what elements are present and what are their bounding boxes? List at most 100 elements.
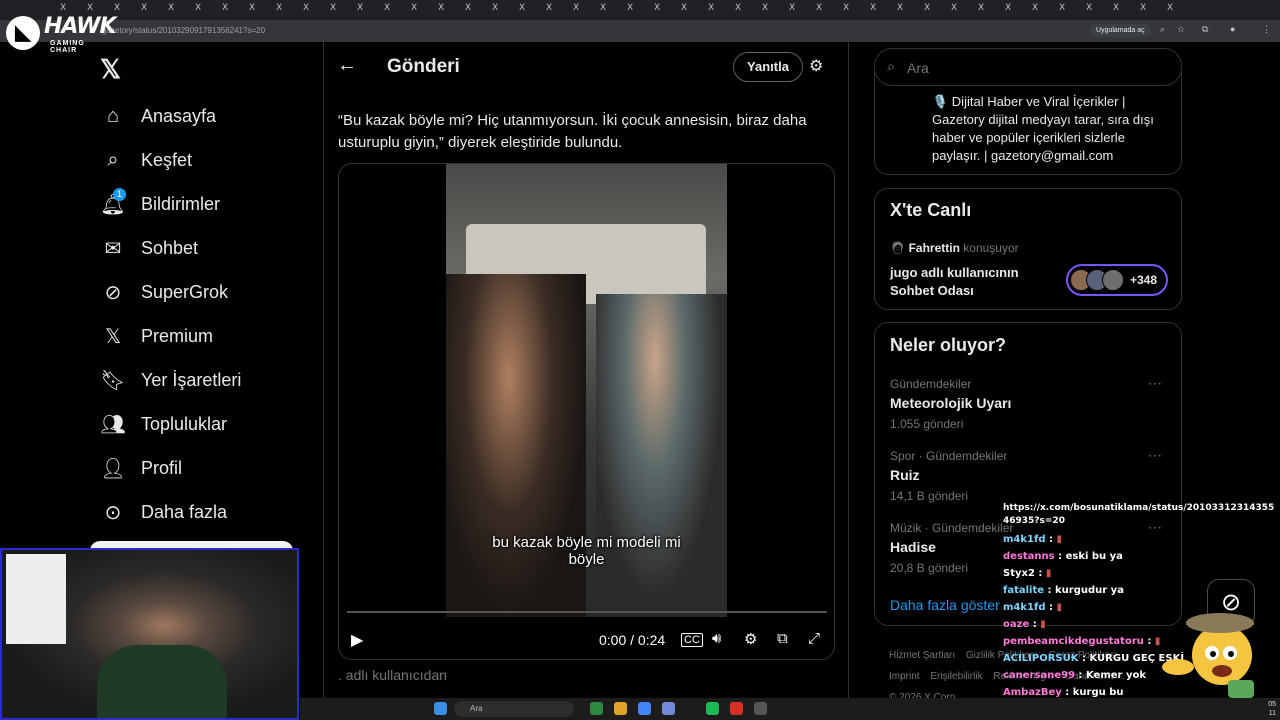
- browser-tab[interactable]: X: [1059, 3, 1065, 18]
- sidebar-item-bookmarks[interactable]: 🔖︎ Yer İşaretleri: [100, 364, 241, 396]
- sidebar-item-label: Premium: [141, 325, 214, 346]
- sidebar-item-communities[interactable]: 👥︎ Topluluklar: [100, 408, 227, 440]
- back-arrow-icon[interactable]: ←: [337, 54, 357, 77]
- browser-tab[interactable]: X: [600, 3, 606, 18]
- volume-icon[interactable]: 🔊︎: [712, 630, 721, 647]
- chat-separator: :: [1045, 602, 1057, 613]
- captions-icon[interactable]: CC: [681, 633, 703, 647]
- browser-tab[interactable]: X: [789, 3, 795, 18]
- browser-tab[interactable]: X: [1113, 3, 1119, 18]
- url-field[interactable]: gazetory/status/2010329091791356241?s=20: [102, 26, 265, 35]
- fullscreen-icon[interactable]: ⤢: [808, 630, 820, 647]
- browser-tab[interactable]: X: [411, 3, 417, 18]
- picture-in-picture-icon[interactable]: ⧉: [777, 630, 788, 647]
- live-spaces-card[interactable]: X'te Canlı 🧑︎ Fahrettin konuşuyor jugo a…: [874, 188, 1182, 310]
- chrome-icon[interactable]: [638, 702, 651, 715]
- browser-tab[interactable]: X: [681, 3, 687, 18]
- browser-tab[interactable]: X: [384, 3, 390, 18]
- browser-tab[interactable]: X: [978, 3, 984, 18]
- sidebar-item-label: Sohbet: [141, 237, 199, 258]
- show-more-link[interactable]: Daha fazla göster: [890, 597, 1000, 613]
- sidebar-item-supergrok[interactable]: ⊘ SuperGrok: [100, 276, 228, 308]
- x-logo-icon[interactable]: 𝕏: [100, 54, 121, 85]
- browser-tab[interactable]: X: [168, 3, 174, 18]
- browser-tab[interactable]: X: [627, 3, 633, 18]
- trend-item[interactable]: Spor · Gündemdekiler Ruiz 14,1 B gönderi…: [890, 447, 1170, 503]
- more-options-icon[interactable]: ⋯: [1148, 375, 1162, 392]
- browser-tab[interactable]: X: [897, 3, 903, 18]
- filter-settings-icon[interactable]: ⚙: [809, 56, 823, 76]
- browser-tab[interactable]: X: [573, 3, 579, 18]
- windows-start-icon[interactable]: [434, 702, 447, 715]
- app-icon[interactable]: [730, 702, 743, 715]
- browser-tab[interactable]: X: [141, 3, 147, 18]
- footer-link[interactable]: Erişilebilirlik: [930, 671, 982, 682]
- clock-time: 05: [1268, 701, 1276, 708]
- play-icon[interactable]: ▶: [351, 630, 363, 650]
- sidebar-item-premium[interactable]: 𝕏 Premium: [100, 320, 213, 352]
- sidebar-item-chat[interactable]: ✉ Sohbet: [100, 232, 198, 264]
- more-options-icon[interactable]: ⋯: [1148, 447, 1162, 464]
- sidebar-item-label: Keşfet: [141, 149, 193, 170]
- chat-username: m4k1fd: [1003, 602, 1046, 613]
- browser-tab[interactable]: X: [870, 3, 876, 18]
- sidebar-item-explore[interactable]: ⌕ Keşfet: [100, 144, 192, 176]
- browser-tab[interactable]: X: [1005, 3, 1011, 18]
- settings-gear-icon[interactable]: ⚙: [744, 630, 757, 648]
- browser-tab[interactable]: X: [276, 3, 282, 18]
- zoom-icon[interactable]: ⌕: [1160, 24, 1165, 35]
- sidebar-item-home[interactable]: ⌂ Anasayfa: [100, 100, 216, 132]
- sidebar-item-more[interactable]: ⊙ Daha fazla: [100, 496, 227, 528]
- browser-tab[interactable]: X: [816, 3, 822, 18]
- browser-tab[interactable]: X: [465, 3, 471, 18]
- browser-tab[interactable]: X: [519, 3, 525, 18]
- browser-tab[interactable]: X: [762, 3, 768, 18]
- listener-avatars[interactable]: +348: [1066, 264, 1168, 296]
- browser-tab[interactable]: X: [951, 3, 957, 18]
- reply-button[interactable]: Yanıtla: [733, 52, 803, 82]
- footer-link[interactable]: Hizmet Şartları: [889, 650, 955, 661]
- extensions-icon[interactable]: ⧉: [1202, 24, 1208, 35]
- browser-tab[interactable]: X: [843, 3, 849, 18]
- mascot-emoji-icon: [1162, 613, 1254, 698]
- star-icon[interactable]: ☆: [1177, 24, 1185, 35]
- folder-icon[interactable]: [614, 702, 627, 715]
- browser-tab[interactable]: X: [654, 3, 660, 18]
- browser-tab[interactable]: X: [195, 3, 201, 18]
- browser-tab[interactable]: X: [924, 3, 930, 18]
- trend-item[interactable]: Gündemdekiler Meteorolojik Uyarı 1.055 g…: [890, 375, 1170, 431]
- browser-tab[interactable]: X: [249, 3, 255, 18]
- open-in-app-button[interactable]: Uygulamada aç: [1090, 24, 1151, 37]
- browser-tab[interactable]: X: [1032, 3, 1038, 18]
- browser-tab[interactable]: X: [1086, 3, 1092, 18]
- footer-link[interactable]: Imprint: [889, 671, 920, 682]
- sidebar-item-profile[interactable]: 👤︎ Profil: [100, 452, 182, 484]
- browser-tab[interactable]: X: [222, 3, 228, 18]
- browser-tab[interactable]: X: [1140, 3, 1146, 18]
- video-progress-bar[interactable]: [347, 611, 827, 613]
- video-attribution: . adlı kullanıcıdan: [338, 667, 447, 683]
- profile-bio-card: 🎙️ Dijital Haber ve Viral İçerikler | Ga…: [874, 72, 1182, 175]
- discord-icon[interactable]: [662, 702, 675, 715]
- profile-menu-icon[interactable]: ●: [1230, 24, 1235, 34]
- browser-tab[interactable]: X: [546, 3, 552, 18]
- browser-menu-icon[interactable]: ⋮: [1262, 24, 1271, 35]
- app-icon[interactable]: [754, 702, 767, 715]
- video-player[interactable]: bu kazak böyle mi modeli mi böyle ▶ 0:00…: [338, 163, 835, 660]
- browser-tab[interactable]: X: [438, 3, 444, 18]
- webcam-feed: [0, 548, 299, 720]
- app-icon[interactable]: [590, 702, 603, 715]
- chat-emote-icon: ▮: [1056, 534, 1062, 545]
- chat-emote-icon: ▮: [1040, 619, 1046, 630]
- taskbar-search[interactable]: Ara: [454, 701, 574, 717]
- browser-tab[interactable]: X: [303, 3, 309, 18]
- browser-tab[interactable]: X: [1167, 3, 1173, 18]
- live-room-title[interactable]: jugo adlı kullanıcının Sohbet Odası: [890, 264, 1050, 300]
- spotify-icon[interactable]: [706, 702, 719, 715]
- browser-tab[interactable]: X: [735, 3, 741, 18]
- browser-tab[interactable]: X: [330, 3, 336, 18]
- browser-tab[interactable]: X: [492, 3, 498, 18]
- browser-tab[interactable]: X: [357, 3, 363, 18]
- trends-heading: Neler oluyor?: [890, 335, 1007, 355]
- browser-tab[interactable]: X: [708, 3, 714, 18]
